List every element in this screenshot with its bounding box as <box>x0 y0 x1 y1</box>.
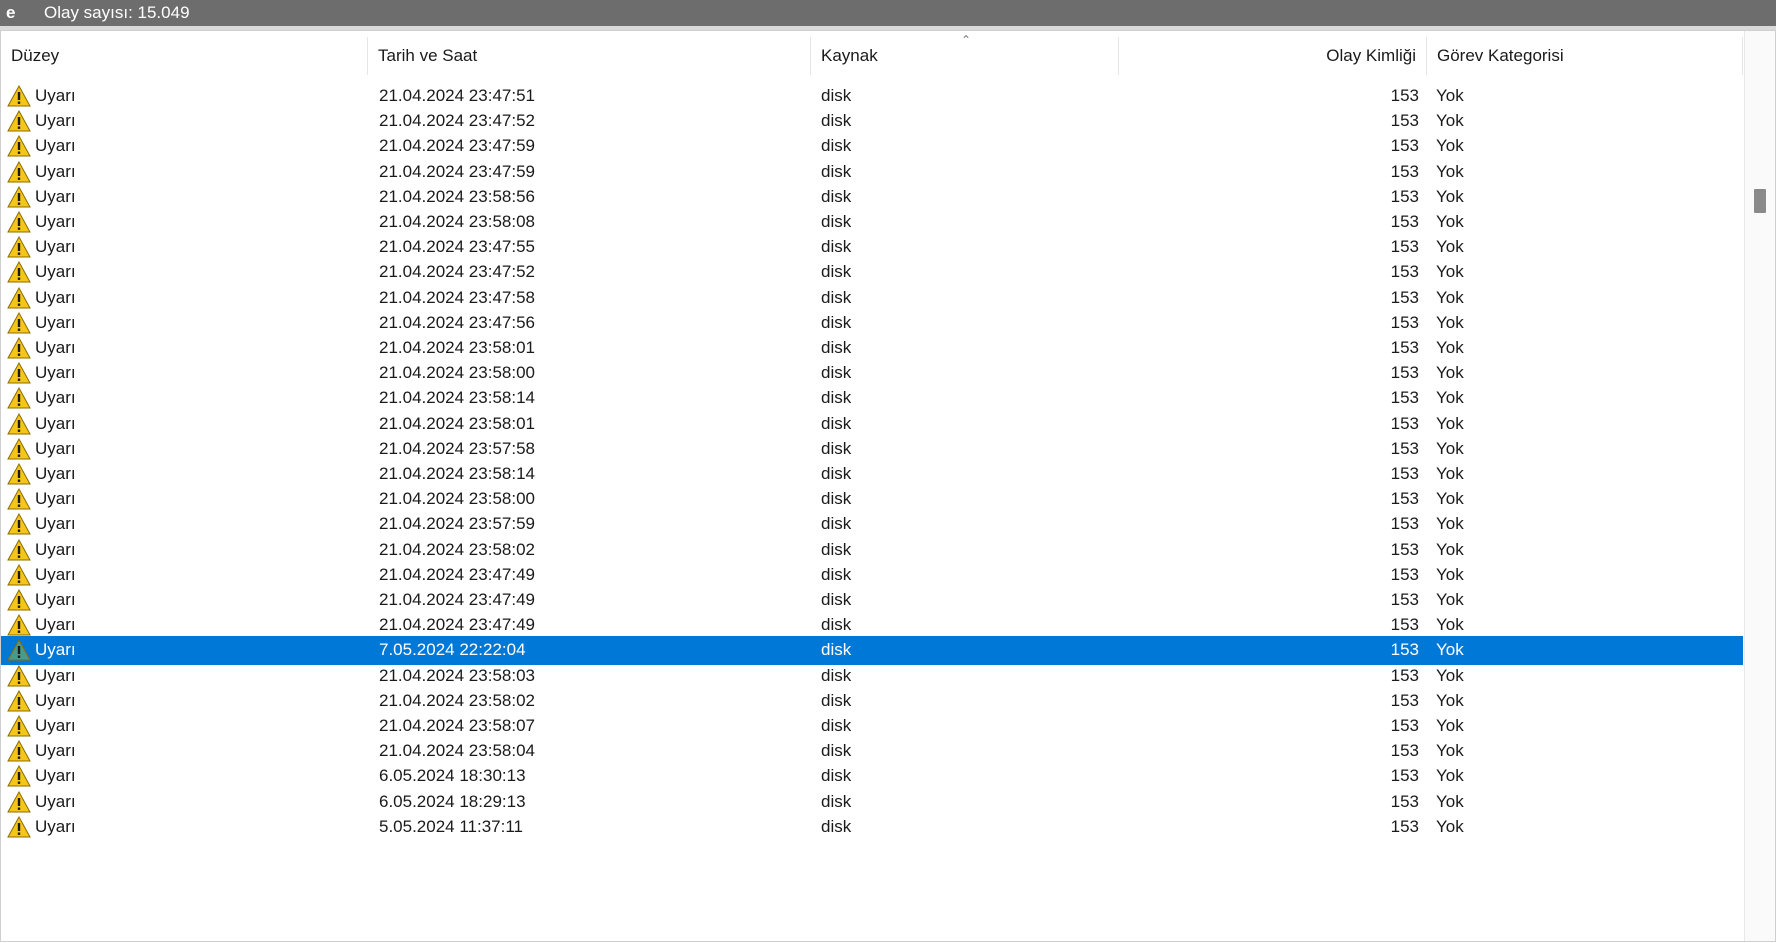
row-task-category: Yok <box>1436 816 1464 836</box>
warning-icon <box>7 664 31 687</box>
warning-icon <box>7 185 31 208</box>
column-header-task-category[interactable]: Görev Kategorisi <box>1427 37 1743 75</box>
vertical-scrollbar[interactable] <box>1744 31 1775 941</box>
warning-icon <box>7 261 31 283</box>
warning-icon <box>7 589 31 611</box>
warning-icon <box>7 563 31 586</box>
table-row[interactable]: Uyarı 5.05.2024 11:37:11 disk 153 Yok <box>1 813 1743 842</box>
warning-icon <box>7 85 31 107</box>
warning-icon <box>7 765 31 787</box>
warning-icon <box>7 311 31 334</box>
column-header-datetime[interactable]: Tarih ve Saat <box>368 37 811 75</box>
warning-icon <box>7 160 31 183</box>
warning-icon <box>7 689 31 712</box>
warning-icon <box>7 337 31 359</box>
warning-icon <box>7 790 31 813</box>
status-bar: e Olay sayısı: 15.049 <box>0 0 1776 26</box>
row-event-id: 153 <box>1390 816 1419 836</box>
warning-icon <box>7 815 31 838</box>
event-count: Olay sayısı: 15.049 <box>44 3 190 22</box>
event-list[interactable]: Düzey Tarih ve Saat Kaynak Olay Kimliği … <box>0 30 1776 942</box>
warning-icon <box>7 488 31 510</box>
warning-icon <box>7 437 31 460</box>
warning-icon <box>7 715 31 737</box>
warning-icon <box>7 538 31 561</box>
warning-icon <box>7 110 31 132</box>
row-datetime: 5.05.2024 11:37:11 <box>379 816 524 836</box>
row-source: disk <box>821 816 852 836</box>
warning-icon <box>7 740 31 762</box>
row-level: Uyarı <box>35 816 76 836</box>
warning-icon <box>7 639 31 661</box>
warning-icon <box>7 513 31 535</box>
column-header-level[interactable]: Düzey <box>1 37 368 75</box>
warning-icon <box>7 412 31 435</box>
column-header-event-id[interactable]: Olay Kimliği <box>1119 37 1427 75</box>
warning-icon <box>7 362 31 384</box>
warning-icon <box>7 387 31 409</box>
warning-icon <box>7 463 31 485</box>
column-header-row: Düzey Tarih ve Saat Kaynak Olay Kimliği … <box>1 33 1743 75</box>
scrollbar-thumb[interactable] <box>1754 189 1766 213</box>
warning-icon <box>7 614 31 636</box>
app-letter: e <box>6 3 16 22</box>
sort-ascending-icon: ⌃ <box>961 33 972 47</box>
warning-icon <box>7 236 31 258</box>
warning-icon <box>7 211 31 233</box>
warning-icon <box>7 286 31 309</box>
warning-icon <box>7 135 31 157</box>
